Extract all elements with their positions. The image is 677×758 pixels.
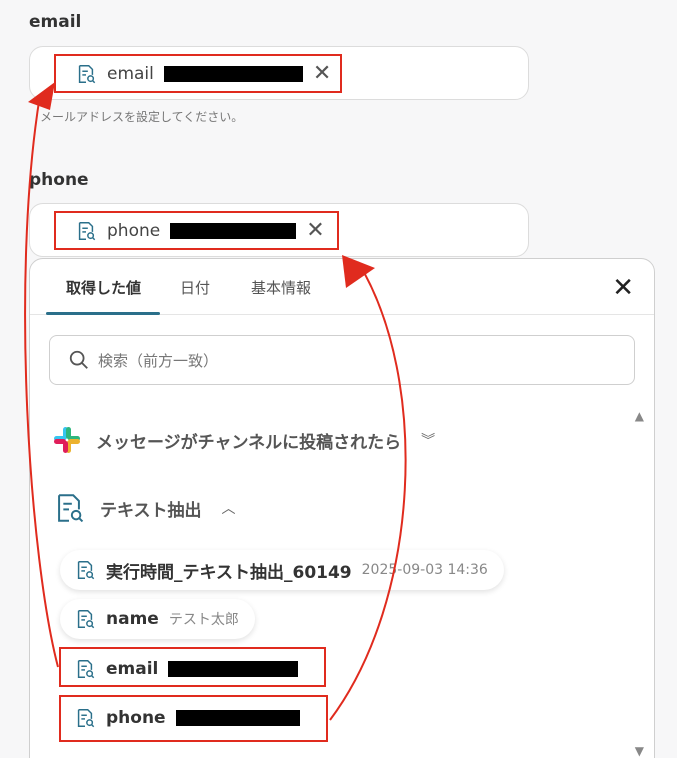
section-text-extraction[interactable]: テキスト抽出 ︿ (52, 490, 236, 526)
section-title: メッセージがチャンネルに投稿されたら (96, 432, 402, 453)
chevron-up-icon[interactable]: ︿ (222, 498, 236, 518)
document-search-icon (58, 494, 84, 523)
document-search-icon (77, 561, 95, 580)
close-icon[interactable]: ✕ (612, 275, 634, 301)
item-value: テスト太郎 (168, 612, 239, 628)
search-placeholder: 検索（前方一致） (98, 351, 219, 370)
scroll-up-arrow-icon[interactable]: ▲ (635, 409, 644, 423)
scroll-down-arrow-icon[interactable]: ▼ (635, 744, 644, 758)
phone-chip-highlight (54, 211, 339, 250)
chevron-down-icon[interactable]: ︾ (421, 430, 435, 450)
email-chip-highlight (54, 54, 342, 93)
list-item-execution-time[interactable]: 実行時間_テキスト抽出_60149 2025-09-03 14:36 (60, 550, 504, 590)
item-value: 2025-09-03 14:36 (361, 562, 488, 578)
picker-tabs: 取得した値 日付 基本情報 ✕ (30, 259, 654, 315)
list-item-name[interactable]: name テスト太郎 (60, 599, 255, 639)
phone-field-label: phone (29, 170, 89, 190)
phone-item-highlight (59, 695, 328, 742)
active-tab-indicator (46, 312, 160, 315)
email-item-highlight (59, 647, 326, 687)
tab-acquired-values[interactable]: 取得した値 (66, 277, 141, 298)
item-name: name (106, 609, 159, 629)
section-title: テキスト抽出 (100, 500, 202, 521)
tab-date[interactable]: 日付 (180, 277, 210, 298)
tab-basic-info[interactable]: 基本情報 (251, 277, 311, 298)
search-icon (69, 350, 88, 369)
slack-icon (54, 427, 80, 453)
email-helper-text: メールアドレスを設定してください。 (40, 110, 244, 124)
email-field-label: email (29, 12, 82, 32)
section-slack-trigger[interactable]: メッセージがチャンネルに投稿されたら ︾ (52, 425, 435, 455)
document-search-icon (77, 610, 95, 629)
search-input[interactable]: 検索（前方一致） (49, 335, 635, 385)
item-name: 実行時間_テキスト抽出_60149 (106, 562, 352, 583)
